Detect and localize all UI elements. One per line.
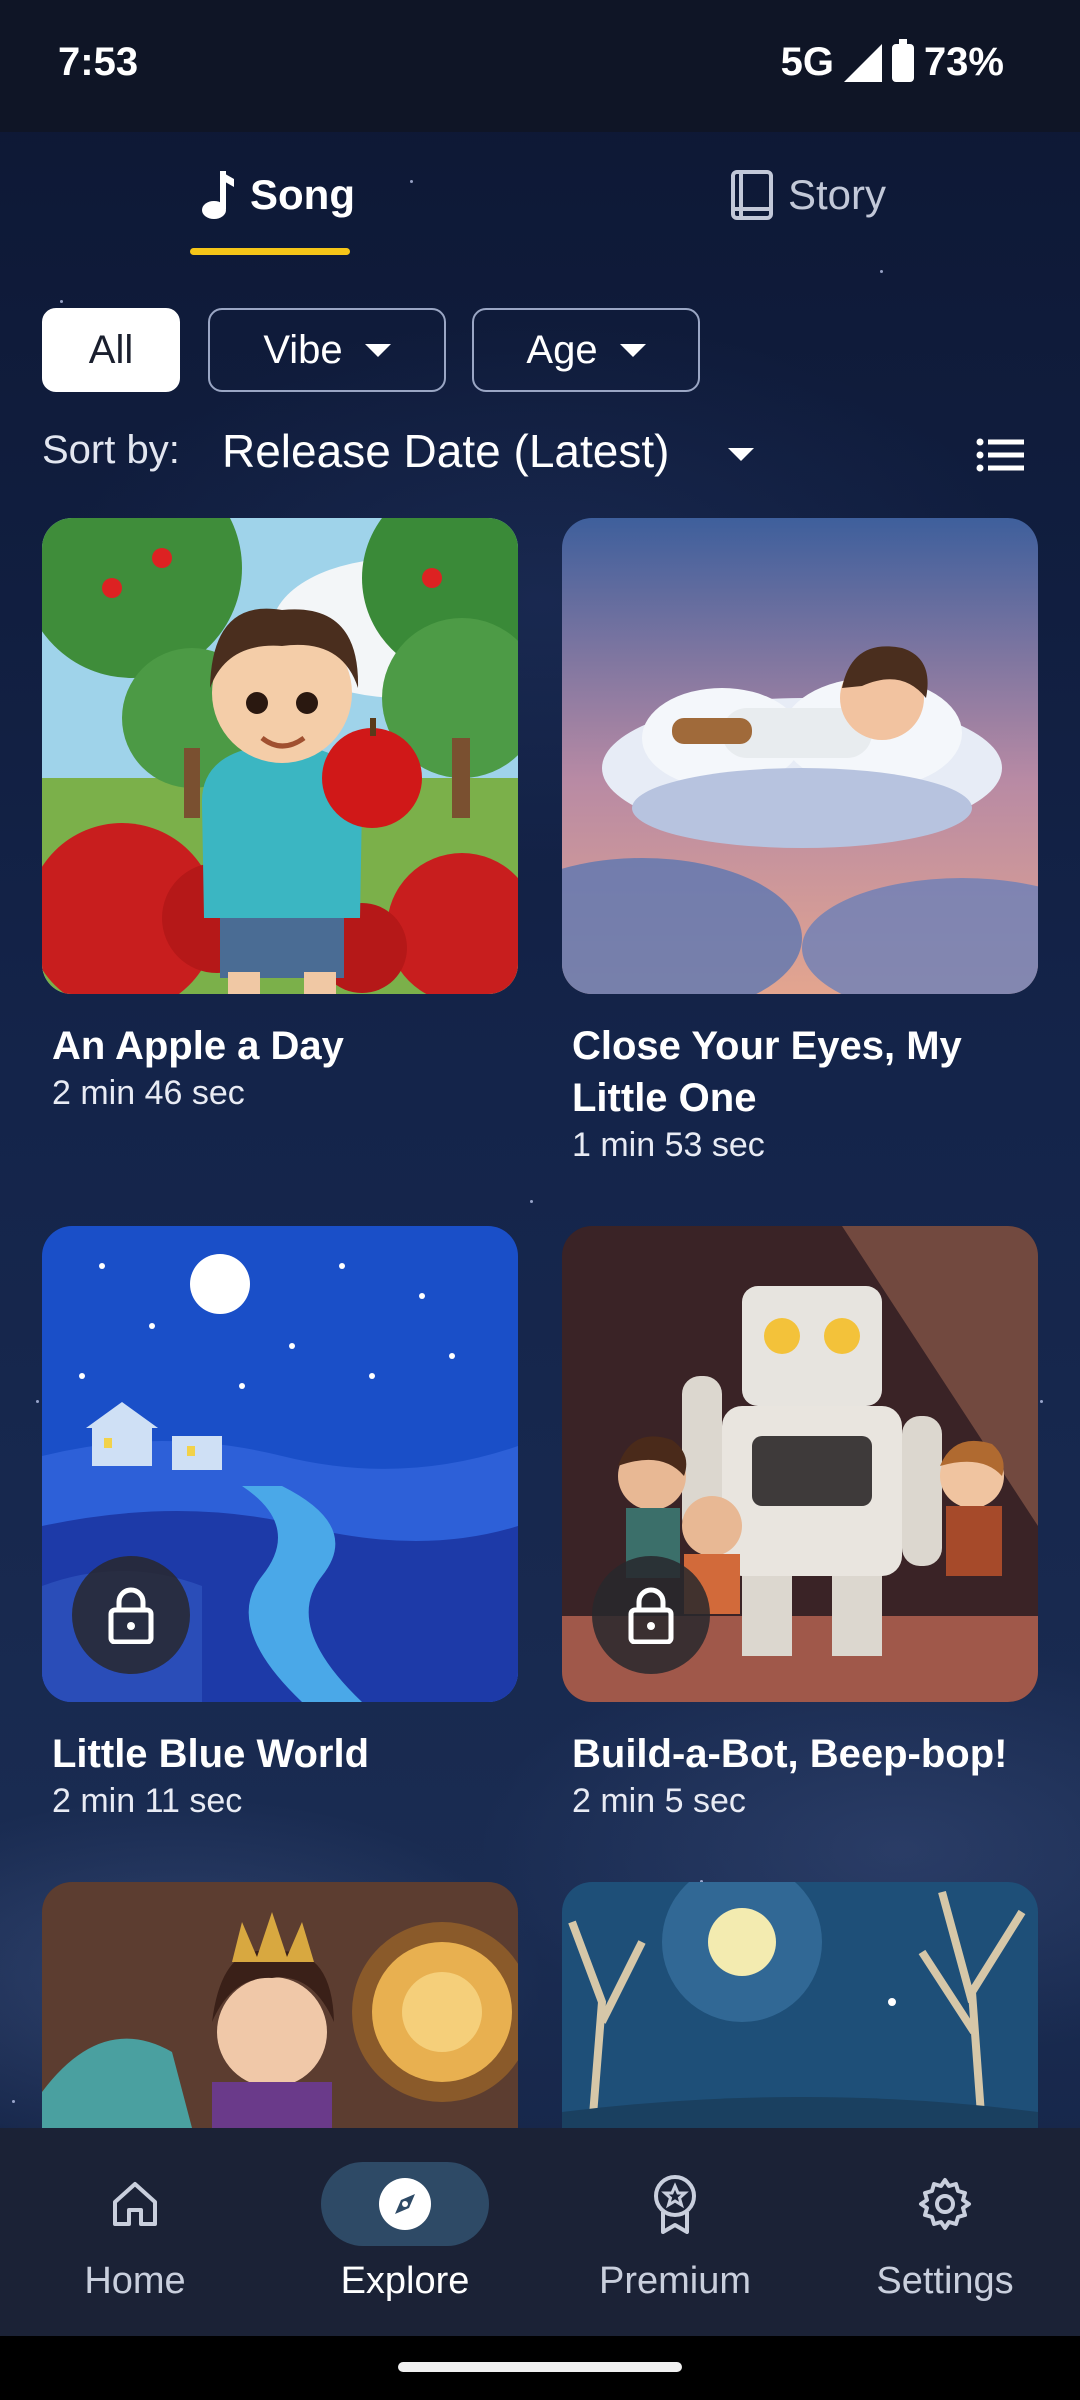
home-icon — [51, 2162, 219, 2246]
nav-settings-label: Settings — [876, 2260, 1014, 2302]
nav-settings[interactable]: Settings — [810, 2128, 1080, 2336]
nav-explore[interactable]: Explore — [270, 2128, 540, 2336]
lock-icon — [592, 1556, 710, 1674]
song-title: Close Your Eyes, My Little One — [572, 1024, 962, 1120]
filter-all-label: All — [88, 327, 134, 372]
song-thumbnail[interactable] — [562, 1226, 1038, 1702]
song-thumbnail[interactable] — [42, 518, 518, 994]
filter-all-chip[interactable]: All — [42, 308, 180, 392]
song-card[interactable]: An Apple a Day 2 min 46 sec — [42, 518, 518, 1113]
song-thumbnail[interactable] — [42, 1226, 518, 1702]
signal-icon — [843, 43, 882, 82]
song-card[interactable]: Close Your Eyes, My Little One 1 min 53 … — [562, 518, 1038, 1165]
song-duration: 2 min 5 sec — [572, 1782, 746, 1820]
chevron-down-icon — [619, 343, 646, 357]
song-duration: 2 min 46 sec — [52, 1074, 245, 1112]
song-duration: 2 min 11 sec — [52, 1782, 243, 1820]
song-title: Build-a-Bot, Beep-bop! — [572, 1732, 1008, 1776]
book-icon — [731, 170, 773, 220]
filter-vibe-dropdown[interactable]: Vibe — [208, 308, 446, 392]
gear-icon — [861, 2162, 1029, 2246]
sort-dropdown[interactable]: Release Date (Latest) — [222, 424, 669, 478]
status-time: 7:53 — [58, 40, 139, 84]
sort-chevron-down-icon[interactable] — [728, 448, 754, 461]
nav-premium[interactable]: Premium — [540, 2128, 810, 2336]
list-view-icon[interactable] — [976, 438, 1026, 472]
tab-song[interactable]: Song — [200, 160, 355, 230]
gesture-handle[interactable] — [398, 2362, 682, 2372]
filter-vibe-label: Vibe — [263, 327, 343, 372]
song-card[interactable] — [562, 1882, 1038, 2128]
tab-story[interactable]: Story — [730, 160, 886, 230]
nav-premium-label: Premium — [598, 2260, 752, 2302]
song-title: An Apple a Day — [52, 1024, 344, 1068]
song-thumbnail[interactable] — [562, 1882, 1038, 2128]
lock-icon — [72, 1556, 190, 1674]
filter-age-dropdown[interactable]: Age — [472, 308, 700, 392]
battery-level: 73% — [923, 40, 1004, 84]
filter-age-label: Age — [526, 327, 598, 372]
song-duration: 1 min 53 sec — [572, 1126, 765, 1164]
tab-story-label: Story — [788, 171, 887, 218]
song-title: Little Blue World — [52, 1732, 370, 1776]
tab-indicator — [190, 248, 350, 255]
network-type: 5G — [780, 40, 834, 84]
nav-explore-label: Explore — [340, 2260, 470, 2302]
song-card[interactable]: Little Blue World 2 min 11 sec — [42, 1226, 518, 1821]
bottom-navigation: Home Explore Premium Settings — [0, 2128, 1080, 2336]
song-thumbnail[interactable] — [42, 1882, 518, 2128]
status-icons: 5G 73% — [780, 38, 1004, 85]
sort-label: Sort by: — [42, 428, 180, 472]
battery-icon — [891, 38, 914, 82]
song-thumbnail[interactable] — [562, 518, 1038, 994]
nav-home-label: Home — [84, 2260, 186, 2302]
tab-song-label: Song — [250, 171, 355, 218]
nav-home[interactable]: Home — [0, 2128, 270, 2336]
song-card[interactable]: Build-a-Bot, Beep-bop! 2 min 5 sec — [562, 1226, 1038, 1821]
compass-icon — [321, 2162, 489, 2246]
award-icon — [591, 2162, 759, 2246]
song-card[interactable] — [42, 1882, 518, 2128]
status-bar: 7:53 5G 73% — [0, 0, 1080, 132]
chevron-down-icon — [364, 343, 391, 357]
music-note-icon — [202, 171, 234, 219]
